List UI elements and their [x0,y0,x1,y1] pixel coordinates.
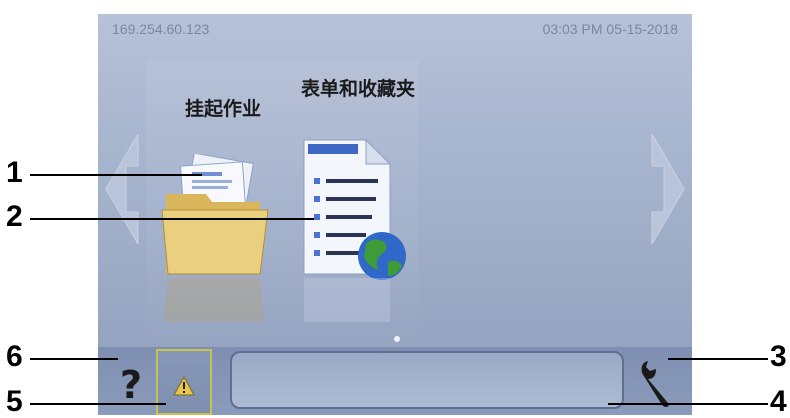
callout-2: 2 [6,200,23,233]
printer-touchscreen: 169.254.60.123 03:03 PM 05-15-2018 挂起作业 … [98,14,692,415]
folder-icon[interactable] [160,154,280,324]
date-time: 03:03 PM 05-15-2018 [542,21,678,37]
callout-3: 3 [770,340,787,373]
ip-address: 169.254.60.123 [112,21,210,37]
callout-5: 5 [6,385,23,418]
callout-1-line [30,174,202,176]
callout-6-line [30,358,118,360]
callout-1: 1 [6,156,23,189]
help-icon: ? [119,363,143,407]
app-label-forms-favorites: 表单和收藏夹 [300,78,415,100]
callout-2-line [30,218,314,220]
status-bar: 169.254.60.123 03:03 PM 05-15-2018 [98,14,692,44]
callout-3-line [668,358,768,360]
callout-5-line [30,403,166,405]
callout-4: 4 [770,385,787,418]
bottom-bar: ? [98,347,692,415]
scroll-left-arrow-icon[interactable] [102,134,144,244]
page-indicator-dot [394,336,400,342]
forms-globe-icon[interactable] [294,138,414,323]
scroll-right-arrow-icon[interactable] [646,134,688,244]
help-button[interactable]: ? [110,355,152,415]
warning-button[interactable] [156,349,212,415]
status-message-area[interactable] [230,351,624,409]
app-label-held-jobs: 挂起作业 [184,98,261,120]
callout-6: 6 [6,340,23,373]
callout-4-line [608,403,768,405]
